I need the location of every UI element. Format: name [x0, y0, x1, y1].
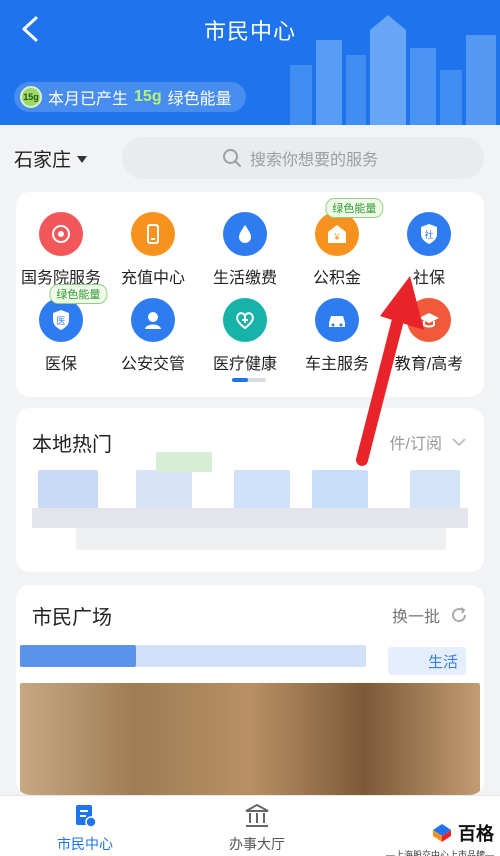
- page-indicator-active: [232, 378, 248, 382]
- city-name: 石家庄: [14, 150, 72, 171]
- chevron-down-icon: [452, 438, 466, 447]
- green-energy-tag: 绿色能量: [325, 198, 384, 218]
- search-placeholder: 搜索你想要的服务: [250, 152, 379, 169]
- green-energy-banner[interactable]: 15g 本月已产生 15g 绿色能量: [14, 82, 246, 112]
- social-security-icon: 社: [407, 212, 451, 256]
- housing-fund-icon: ¥: [315, 212, 359, 256]
- svg-text:¥: ¥: [333, 232, 340, 242]
- tab-label: 市民中心: [57, 836, 113, 852]
- service-health[interactable]: 医疗健康: [200, 298, 290, 374]
- state-council-icon: [39, 212, 83, 256]
- refresh-label: 换一批: [391, 609, 440, 626]
- blurred-item[interactable]: [312, 470, 368, 510]
- water-drop-icon: [223, 212, 267, 256]
- blurred-text: [20, 645, 136, 667]
- hall-icon: [245, 803, 269, 827]
- service-recharge[interactable]: 充值中心: [108, 212, 198, 288]
- service-state-council[interactable]: 国务院服务: [16, 212, 106, 288]
- service-utilities[interactable]: 生活缴费: [200, 212, 290, 288]
- service-label: 公安交管: [120, 356, 185, 373]
- citizen-plaza-section: 市民广场 换一批 生活: [16, 585, 484, 795]
- phone-recharge-icon: [131, 212, 175, 256]
- svg-text:社: 社: [424, 229, 433, 241]
- tab-label: 办事大厅: [229, 836, 285, 852]
- blurred-item[interactable]: [156, 452, 212, 472]
- city-selector[interactable]: 石家庄: [14, 145, 88, 172]
- chevron-down-icon: [77, 156, 88, 163]
- medical-insurance-icon: 医: [39, 298, 83, 342]
- service-medical-insurance[interactable]: 绿色能量 医 医保: [16, 284, 108, 374]
- watermark-name: 百格: [458, 824, 494, 844]
- blurred-item[interactable]: [136, 470, 192, 510]
- section-title: 本地热门: [32, 434, 112, 456]
- health-icon: [223, 298, 267, 342]
- green-energy-tag: 绿色能量: [49, 284, 108, 304]
- blurred-item[interactable]: [38, 470, 98, 510]
- blurred-image[interactable]: [20, 683, 480, 795]
- svg-text:医: 医: [56, 316, 65, 327]
- tab-citizen-center[interactable]: 市民中心: [35, 802, 135, 854]
- citizen-center-icon: [76, 805, 97, 828]
- service-police[interactable]: 公安交管: [108, 298, 198, 374]
- energy-suffix: 绿色能量: [167, 91, 232, 108]
- energy-value: 15g: [134, 88, 162, 105]
- watermark-logo: 百格: [386, 820, 494, 846]
- page-indicator: [232, 378, 266, 382]
- service-label: 充值中心: [120, 270, 185, 287]
- header: 市民中心 15g 本月已产生 15g 绿色能量: [0, 0, 500, 125]
- baige-logo-icon: [433, 824, 451, 842]
- watermark: 百格 —上海股交中心上市品牌—: [386, 820, 494, 856]
- service-label: 医疗健康: [212, 356, 277, 373]
- refresh-icon: [452, 607, 467, 623]
- watermark-subtitle: —上海股交中心上市品牌—: [385, 850, 494, 856]
- blurred-text: [76, 528, 446, 550]
- tab-service-hall[interactable]: 办事大厅: [207, 802, 307, 854]
- section-title: 市民广场: [32, 607, 112, 629]
- blurred-item[interactable]: [410, 470, 460, 510]
- service-label: 生活缴费: [212, 270, 277, 287]
- blurred-item[interactable]: [234, 470, 290, 510]
- search-icon: [223, 149, 241, 167]
- service-label: 医保: [44, 356, 77, 373]
- refresh-button[interactable]: 换一批: [392, 603, 468, 627]
- page-title: 市民中心: [203, 19, 296, 44]
- annotation-arrow: [356, 276, 424, 466]
- energy-badge-icon: 15g: [20, 86, 42, 108]
- blurred-text: [136, 645, 366, 667]
- energy-prefix: 本月已产生: [48, 91, 129, 108]
- category-tag[interactable]: 生活: [388, 647, 466, 675]
- blurred-text: [32, 508, 468, 528]
- search-input[interactable]: 搜索你想要的服务: [122, 137, 484, 179]
- police-icon: [131, 298, 175, 342]
